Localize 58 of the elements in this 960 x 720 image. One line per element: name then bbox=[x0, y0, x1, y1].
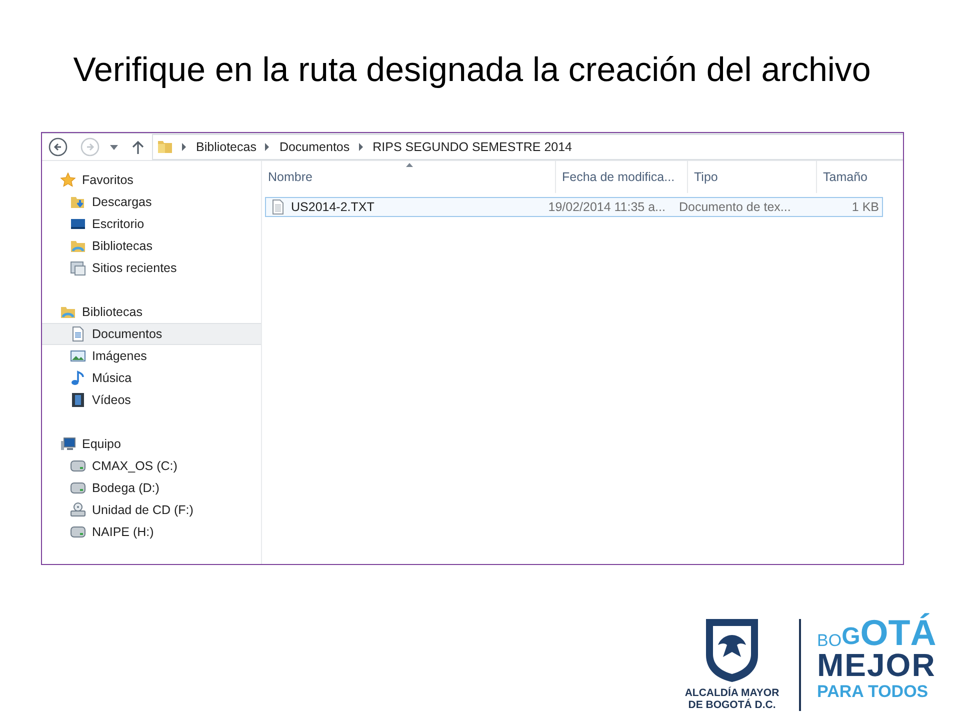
sidebar-item[interactable]: Documentos bbox=[42, 323, 261, 345]
sidebar-item[interactable]: Bibliotecas bbox=[42, 235, 261, 257]
slide-title: Verifique en la ruta designada la creación del archivo bbox=[72, 50, 872, 91]
library-folder-icon bbox=[70, 238, 86, 254]
sidebar-group[interactable]: Equipo bbox=[42, 433, 261, 455]
music-note-icon bbox=[70, 370, 86, 386]
chevron-icon bbox=[181, 143, 187, 151]
recent-locations-caret-icon[interactable] bbox=[110, 144, 118, 150]
file-row[interactable]: US2014-2.TXT 19/02/2014 11:35 a... Documento de tex... 1 KB bbox=[265, 197, 883, 217]
breadcrumb-item[interactable]: Bibliotecas bbox=[196, 138, 256, 156]
drive-icon bbox=[70, 524, 86, 540]
film-icon bbox=[70, 392, 86, 408]
logo-caption: DE BOGOTÁ D.C. bbox=[688, 699, 776, 711]
sidebar-item[interactable]: Vídeos bbox=[42, 389, 261, 411]
table-cell: Documento de tex... bbox=[678, 200, 791, 214]
table-cell: 19/02/2014 11:35 a... bbox=[548, 200, 666, 214]
column-header[interactable]: Nombre bbox=[262, 161, 556, 193]
sidebar-item[interactable]: Imágenes bbox=[42, 345, 261, 367]
computer-icon bbox=[60, 436, 76, 452]
sidebar-group[interactable]: Favoritos bbox=[42, 169, 261, 191]
sidebar-item[interactable]: Unidad de CD (F:) bbox=[42, 499, 261, 521]
recent-places-icon bbox=[70, 260, 86, 276]
sidebar-item[interactable]: Bodega (D:) bbox=[42, 477, 261, 499]
up-arrow-icon[interactable] bbox=[132, 140, 144, 154]
column-header[interactable]: Fecha de modifica... bbox=[556, 161, 688, 193]
drive-icon bbox=[70, 458, 86, 474]
breadcrumb-item[interactable]: RIPS SEGUNDO SEMESTRE 2014 bbox=[372, 138, 572, 156]
document-icon bbox=[70, 326, 86, 342]
image-icon bbox=[70, 348, 86, 364]
folder-icon bbox=[157, 139, 173, 155]
desktop-icon bbox=[70, 216, 86, 232]
logo-wordmark: PARA TODOS bbox=[817, 681, 930, 703]
coat-of-arms-icon bbox=[704, 617, 760, 683]
column-header[interactable]: Tamaño bbox=[817, 161, 902, 193]
sidebar-item[interactable]: Música bbox=[42, 367, 261, 389]
drive-icon bbox=[70, 480, 86, 496]
logo-wordmark: MEJOR bbox=[817, 649, 936, 681]
table-cell: 1 KB bbox=[852, 200, 879, 214]
text-file-icon bbox=[270, 199, 286, 215]
sidebar-item[interactable]: CMAX_OS (C:) bbox=[42, 455, 261, 477]
back-button[interactable] bbox=[48, 137, 68, 157]
sidebar-item[interactable]: NAIPE (H:) bbox=[42, 521, 261, 543]
column-header[interactable]: Tipo bbox=[688, 161, 817, 193]
breadcrumb-item[interactable]: Documentos bbox=[279, 138, 350, 156]
logo-caption: ALCALDÍA MAYOR bbox=[684, 687, 780, 699]
sidebar-item[interactable]: Sitios recientes bbox=[42, 257, 261, 279]
chevron-icon bbox=[264, 143, 270, 151]
star-icon bbox=[60, 172, 76, 188]
sidebar-group[interactable]: Bibliotecas bbox=[42, 301, 261, 323]
sort-caret-icon bbox=[406, 163, 412, 167]
sidebar-item[interactable]: Escritorio bbox=[42, 213, 261, 235]
sidebar-item[interactable]: Descargas bbox=[42, 191, 261, 213]
address-bar[interactable]: Bibliotecas Documentos RIPS SEGUNDO SEMESTRE 2014 bbox=[152, 134, 903, 160]
file-name: US2014-2.TXT bbox=[291, 200, 374, 214]
download-folder-icon bbox=[70, 194, 86, 210]
library-folder-icon bbox=[60, 304, 76, 320]
chevron-icon bbox=[358, 143, 364, 151]
cd-drive-icon bbox=[70, 502, 86, 518]
